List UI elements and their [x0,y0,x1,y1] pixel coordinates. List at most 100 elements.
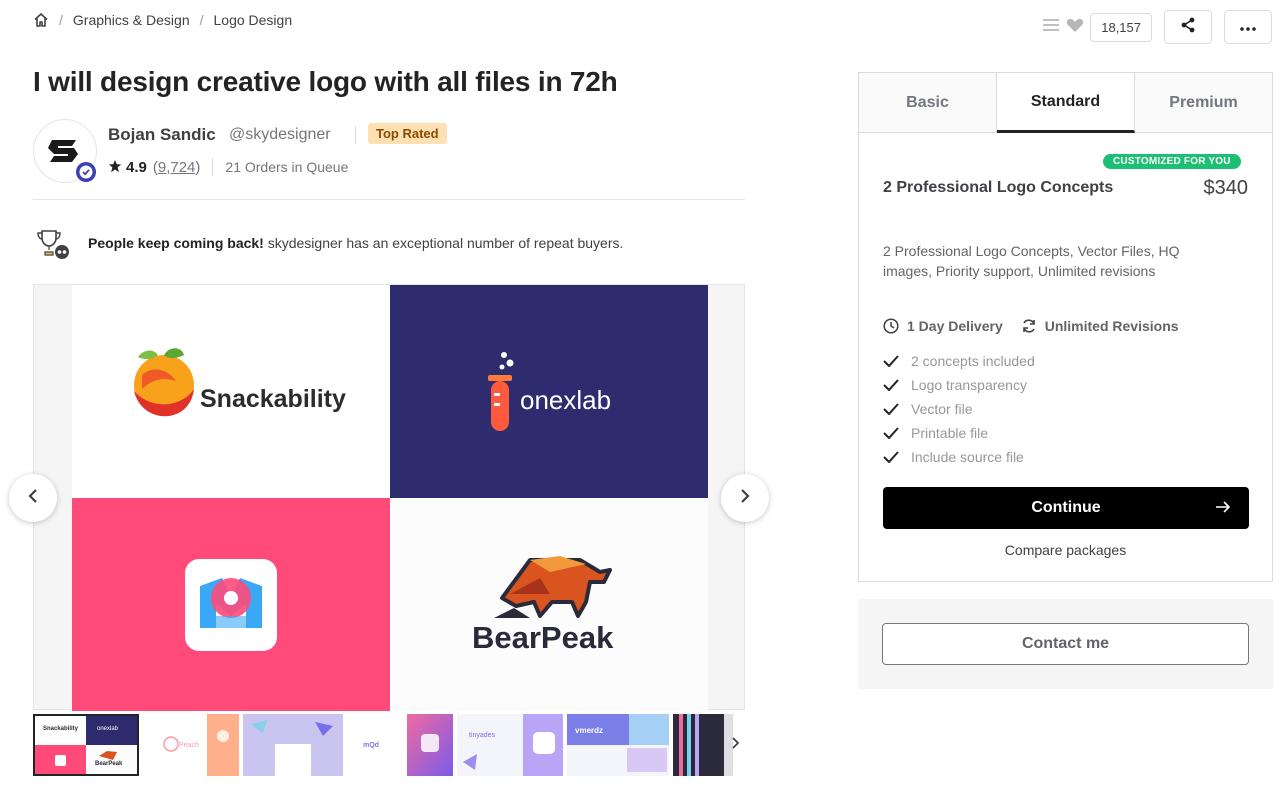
list-item: Logo transparency [883,373,1035,397]
delivery-row: 1 Day Delivery Unlimited Revisions [883,318,1179,334]
thumbnail[interactable]: Peach [143,714,239,776]
feature-label: Vector file [911,401,973,417]
repeat-buyers-detail: skydesigner has an exceptional number of… [263,235,624,251]
gallery-next-button[interactable] [721,474,769,522]
gallery-tile-onexlab: onexlab [390,285,708,498]
thumbnail[interactable] [243,714,343,776]
verified-badge-icon [73,159,99,185]
package-tabs: Basic Standard Premium [859,73,1272,133]
chevron-left-icon [27,488,39,509]
gallery-tile-bearpeak: BearPeak [390,498,708,711]
seller-handle[interactable]: @skydesigner [229,126,331,144]
list-item: Printable file [883,421,1035,445]
customized-badge: CUSTOMIZED FOR YOU [1103,154,1241,169]
more-icon [1240,18,1256,36]
top-actions: 18,157 [1042,10,1272,44]
breadcrumb-separator: / [59,12,63,28]
reviews-count-link[interactable]: 9,724 [158,159,196,176]
bearpeak-logo-image [494,556,612,618]
clock-icon [883,318,899,334]
contact-me-button[interactable]: Contact me [882,623,1249,665]
tab-premium[interactable]: Premium [1135,73,1272,132]
avatar[interactable] [33,119,99,185]
gig-gallery: Snackability onexlab BearPeak [33,284,745,711]
package-panel: Basic Standard Premium CUSTOMIZED FOR YO… [858,72,1273,582]
list-item: Vector file [883,397,1035,421]
orders-in-queue: 21 Orders in Queue [225,159,349,175]
share-button[interactable] [1164,10,1212,44]
repeat-buyers-bold: People keep coming back! [88,235,264,251]
features-list: 2 concepts included Logo transparency Ve… [883,349,1035,469]
thumbnail[interactable]: vmerdz [567,714,669,776]
favorites-group: 18,157 [1042,12,1152,42]
page-title: I will design creative logo with all fil… [33,66,618,97]
star-icon [108,159,122,176]
thumbnail-label: mQd [363,742,379,749]
list-icon[interactable] [1042,17,1060,38]
gallery-prev-button[interactable] [9,474,57,522]
onexlab-logo-text: onexlab [520,385,612,415]
tab-basic[interactable]: Basic [859,73,997,132]
rating-row: 4.9 (9,724) 21 Orders in Queue [108,158,348,176]
revisions-icon [1021,318,1037,334]
breadcrumb-item-graphics-design[interactable]: Graphics & Design [73,12,190,28]
gallery-tile-snackability: Snackability [72,285,390,498]
thumbnail-label: vmerdz [575,726,604,735]
thumbnail-label: onexlab [97,726,119,732]
app-logo-image [185,559,277,651]
more-options-button[interactable] [1224,10,1272,44]
thumbnail[interactable]: tinyades [457,714,563,776]
delivery-time: 1 Day Delivery [907,318,1003,334]
continue-button[interactable]: Continue [883,487,1249,529]
breadcrumb-item-logo-design[interactable]: Logo Design [214,12,293,28]
breadcrumb-separator: / [199,12,204,28]
thumbnails-next-button[interactable] [724,714,746,776]
thumbnail-label: Snackability [43,726,79,732]
list-item: 2 concepts included [883,349,1035,373]
arrow-right-icon [1215,499,1231,520]
repeat-buyers-text: People keep coming back! skydesigner has… [88,235,623,251]
gallery-thumbnails: Snackability onexlab BearPeak Peach mQd [33,714,745,776]
check-icon [883,379,899,391]
thumbnail-label: Peach [179,742,199,749]
feature-label: 2 concepts included [911,353,1035,369]
check-icon [883,403,899,415]
thumbnail[interactable]: Snackability onexlab BearPeak [33,714,139,776]
check-icon [883,451,899,463]
thumbnail[interactable]: mQd [347,714,403,776]
heart-icon[interactable] [1066,17,1084,38]
divider [355,126,356,144]
feature-label: Include source file [911,449,1024,465]
list-item: Include source file [883,445,1035,469]
divider [212,158,214,176]
home-icon[interactable] [33,12,49,28]
favorites-count: 18,157 [1090,12,1152,42]
reviews-paren-close: ) [195,158,201,176]
breadcrumb: / Graphics & Design / Logo Design [33,12,292,28]
seller-name[interactable]: Bojan Sandic [108,125,216,145]
check-icon [883,355,899,367]
rating-score: 4.9 [126,158,147,176]
divider [33,199,745,200]
package-price: $340 [1203,177,1249,199]
gallery-tile-app-icon [72,498,390,711]
feature-label: Logo transparency [911,377,1027,393]
package-description: 2 Professional Logo Concepts, Vector Fil… [883,243,1180,279]
feature-label: Printable file [911,425,989,441]
share-icon [1180,17,1196,38]
chevron-right-icon [731,736,740,754]
top-rated-badge: Top Rated [368,123,447,144]
thumbnail-label: tinyades [469,732,496,739]
bearpeak-logo-text: BearPeak [472,620,614,655]
check-icon [883,427,899,439]
trophy-icon [36,228,72,260]
snackability-logo-text: Snackability [200,385,346,413]
package-title: 2 Professional Logo Concepts [883,179,1114,196]
thumbnail-label: BearPeak [95,761,123,767]
revisions-count: Unlimited Revisions [1044,318,1179,334]
thumbnail[interactable] [407,714,453,776]
continue-label: Continue [1031,499,1101,516]
contact-box: Contact me [858,599,1273,689]
compare-packages-link[interactable]: Compare packages [859,542,1272,558]
tab-standard[interactable]: Standard [997,73,1135,133]
